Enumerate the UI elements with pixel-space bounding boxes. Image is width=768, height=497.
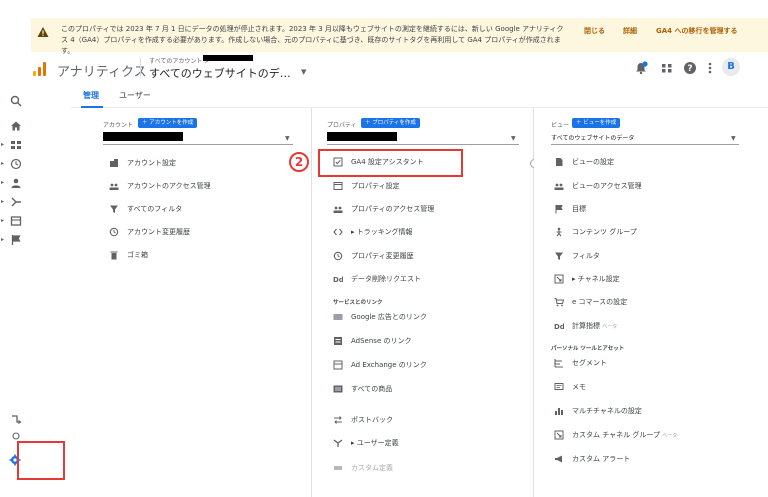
window-icon	[333, 182, 343, 190]
more-vert-icon[interactable]	[703, 61, 717, 75]
create-view-button[interactable]: ＋ ビューを作成	[572, 118, 621, 128]
warning-icon	[37, 27, 49, 37]
avatar[interactable]: B	[722, 58, 740, 76]
people-icon	[554, 183, 564, 190]
custom-definition-icon	[333, 439, 343, 447]
notification-bell-icon[interactable]	[634, 61, 648, 75]
view-column: ビュー ＋ ビューを作成 すべてのウェブサイトのデータ ▼ ビューの設定 ビュー…	[534, 108, 768, 497]
help-icon[interactable]: ?	[683, 61, 697, 75]
apps-grid-icon[interactable]	[660, 61, 674, 75]
details-link[interactable]: 詳細	[623, 26, 637, 36]
chevron-right-icon[interactable]: ▸	[1, 217, 4, 224]
history-icon	[333, 251, 343, 261]
dd-icon: Dd	[333, 276, 343, 284]
document-icon	[556, 158, 563, 166]
personal-tools-heading: パーソナル ツールとアセット	[551, 346, 625, 352]
conversions-flag-icon[interactable]	[10, 234, 22, 246]
channel-icon	[554, 430, 564, 440]
view-selector[interactable]: すべてのウェブサイトのデータ	[551, 133, 634, 142]
trash-icon	[110, 251, 118, 260]
deprecation-banner: このプロパティでは 2023 年 7 月 1 日にデータの処理が停止されます。2…	[31, 18, 768, 55]
channel-icon	[554, 274, 564, 284]
redacted-account-name	[203, 55, 253, 61]
account-column: アカウント ＋ アカウントを作成 ▼ アカウント設定 アカウントのアクセス管理 …	[71, 108, 311, 497]
annotation-number-2: 2	[289, 152, 309, 172]
app-name: アナリティクス	[57, 65, 147, 80]
behavior-icon[interactable]	[10, 215, 22, 227]
ga4-assistant-highlight-box	[318, 149, 463, 177]
bar-chart-icon	[555, 408, 563, 415]
attribution-icon[interactable]	[10, 413, 22, 425]
customization-icon[interactable]	[10, 139, 22, 151]
create-account-button[interactable]: ＋ アカウントを作成	[138, 118, 198, 128]
acquisition-icon[interactable]	[10, 196, 22, 208]
chevron-right-icon[interactable]: ▸	[1, 236, 4, 243]
beta-badge: ベータ	[662, 433, 678, 439]
redacted-property-selector[interactable]	[327, 132, 397, 141]
adsense-icon	[334, 337, 342, 345]
analytics-logo-icon	[33, 62, 47, 76]
dimension-icon	[334, 466, 342, 470]
product-links-heading: サービスとのリンク	[333, 300, 383, 306]
search-icon[interactable]	[10, 95, 22, 107]
redacted-account-selector[interactable]	[103, 132, 183, 141]
history-icon	[109, 227, 119, 237]
left-nav-rail: ▸ ▸ ▸ ▸ ▸ ▸	[0, 84, 31, 497]
svg-text:Dd: Dd	[554, 323, 564, 331]
admin-tabs: 管理 ユーザー	[71, 88, 768, 108]
postback-icon	[334, 416, 342, 424]
dismiss-link[interactable]: 閉じる	[584, 26, 605, 36]
dd-icon: Dd	[554, 323, 564, 331]
home-icon[interactable]	[10, 120, 22, 132]
view-selector-underline	[551, 144, 739, 145]
chevron-right-icon[interactable]: ▸	[1, 179, 4, 186]
megaphone-icon	[555, 455, 562, 463]
beta-badge: ベータ	[602, 324, 618, 330]
property-heading: プロパティ	[327, 122, 357, 129]
products-icon	[333, 385, 343, 393]
tab-user[interactable]: ユーザー	[119, 90, 151, 101]
ad-exchange-icon	[333, 360, 343, 370]
people-icon	[109, 183, 119, 190]
ads-icon	[333, 314, 343, 320]
app-header: アナリティクス すべてのアカウント > すべてのウェブサイトのデ… ▼ ? B	[31, 52, 768, 84]
comment-icon	[554, 383, 564, 390]
segment-icon	[554, 359, 563, 368]
account-heading: アカウント	[103, 122, 134, 129]
person-walk-icon	[556, 227, 562, 237]
create-property-button[interactable]: ＋ プロパティを作成	[361, 118, 420, 128]
header-divider	[140, 58, 141, 78]
chevron-down-icon[interactable]: ▼	[731, 135, 736, 142]
building-icon	[110, 159, 118, 167]
svg-text:?: ?	[687, 64, 692, 74]
chevron-down-icon[interactable]: ▼	[511, 135, 516, 142]
code-icon	[333, 228, 343, 236]
account-breadcrumb[interactable]: すべてのアカウント >	[149, 56, 209, 65]
chevron-right-icon[interactable]: ▸	[1, 160, 4, 167]
people-icon	[333, 206, 343, 213]
chevron-down-icon[interactable]: ▼	[285, 135, 290, 142]
chevron-right-icon[interactable]: ▸	[1, 141, 4, 148]
chevron-down-icon[interactable]: ▼	[301, 68, 306, 76]
filter-icon	[110, 205, 118, 213]
manage-ga4-migration-link[interactable]: GA4 への移行を管理する	[656, 26, 737, 36]
view-heading: ビュー	[551, 122, 570, 129]
tab-admin[interactable]: 管理	[83, 90, 99, 101]
audience-person-icon[interactable]	[10, 177, 22, 189]
cart-icon	[554, 298, 564, 307]
property-selector[interactable]: すべてのウェブサイトのデ…	[149, 65, 291, 81]
flag-icon	[555, 205, 563, 214]
admin-highlight-box	[17, 441, 65, 480]
filter-icon	[555, 252, 563, 260]
chevron-right-icon[interactable]: ▸	[1, 198, 4, 205]
account-selector-underline	[103, 144, 293, 145]
svg-text:Dd: Dd	[333, 276, 343, 284]
property-selector-underline	[327, 144, 519, 145]
realtime-clock-icon[interactable]	[10, 158, 22, 170]
